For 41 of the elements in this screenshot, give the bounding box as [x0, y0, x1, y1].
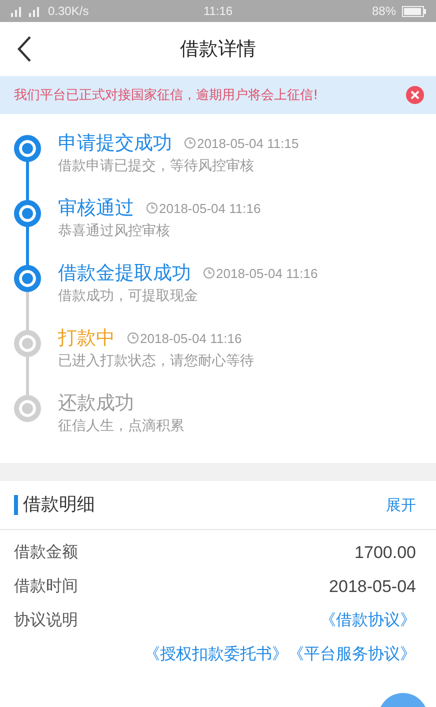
step-title: 打款中: [58, 326, 115, 351]
network-speed: 0.30K/s: [48, 4, 89, 18]
step-dot: [14, 135, 41, 162]
clock-icon: [146, 202, 158, 214]
page-title: 借款详情: [180, 37, 256, 62]
agreement-link[interactable]: 《借款协议》: [320, 610, 416, 631]
detail-value: 2018-05-04: [329, 576, 416, 596]
close-icon[interactable]: [406, 86, 424, 104]
detail-label: 借款时间: [14, 576, 78, 597]
step-description: 借款申请已提交，等待风控审核: [58, 157, 255, 175]
step-time: 2018-05-04 11:15: [197, 136, 299, 150]
step-title: 借款金提取成功: [58, 261, 191, 286]
section-title: 借款明细: [14, 495, 95, 515]
step-description: 征信人生，点滴积累: [58, 417, 184, 435]
step-dot: [14, 265, 41, 292]
clock-icon: [127, 332, 139, 344]
step-description: 恭喜通过风控审核: [58, 222, 171, 240]
detail-value: 1700.00: [354, 542, 416, 562]
step-dot: [14, 200, 41, 227]
battery-icon: [402, 6, 426, 16]
step-time: 2018-05-04 11:16: [216, 266, 318, 280]
agreement-link[interactable]: 《授权扣款委托书》: [144, 644, 288, 665]
clock: 11:16: [202, 4, 234, 18]
step-dot: [14, 395, 41, 422]
step-time: 2018-05-04 11:16: [159, 200, 261, 216]
back-button[interactable]: [16, 35, 32, 63]
detail-label: 借款金额: [14, 542, 78, 563]
clock-icon: [203, 267, 215, 279]
clock-icon: [184, 137, 196, 149]
expand-link[interactable]: 展开: [386, 496, 416, 514]
step-description: 借款成功，可提取现金: [58, 287, 199, 305]
detail-label: 协议说明: [14, 610, 78, 631]
step-title: 申请提交成功: [58, 131, 172, 156]
notice-text: 我们平台已正式对接国家征信，逾期用户将会上征信!: [14, 87, 318, 104]
battery-level: 88%: [372, 4, 396, 18]
agreement-link[interactable]: 《平台服务协议》: [288, 644, 416, 665]
step-title: 审核通过: [58, 196, 134, 221]
step-time: 2018-05-04 11:16: [140, 330, 242, 346]
step-title: 还款成功: [58, 391, 134, 416]
step-dot: [14, 330, 41, 357]
step-description: 已进入打款状态，请您耐心等待: [58, 352, 254, 370]
